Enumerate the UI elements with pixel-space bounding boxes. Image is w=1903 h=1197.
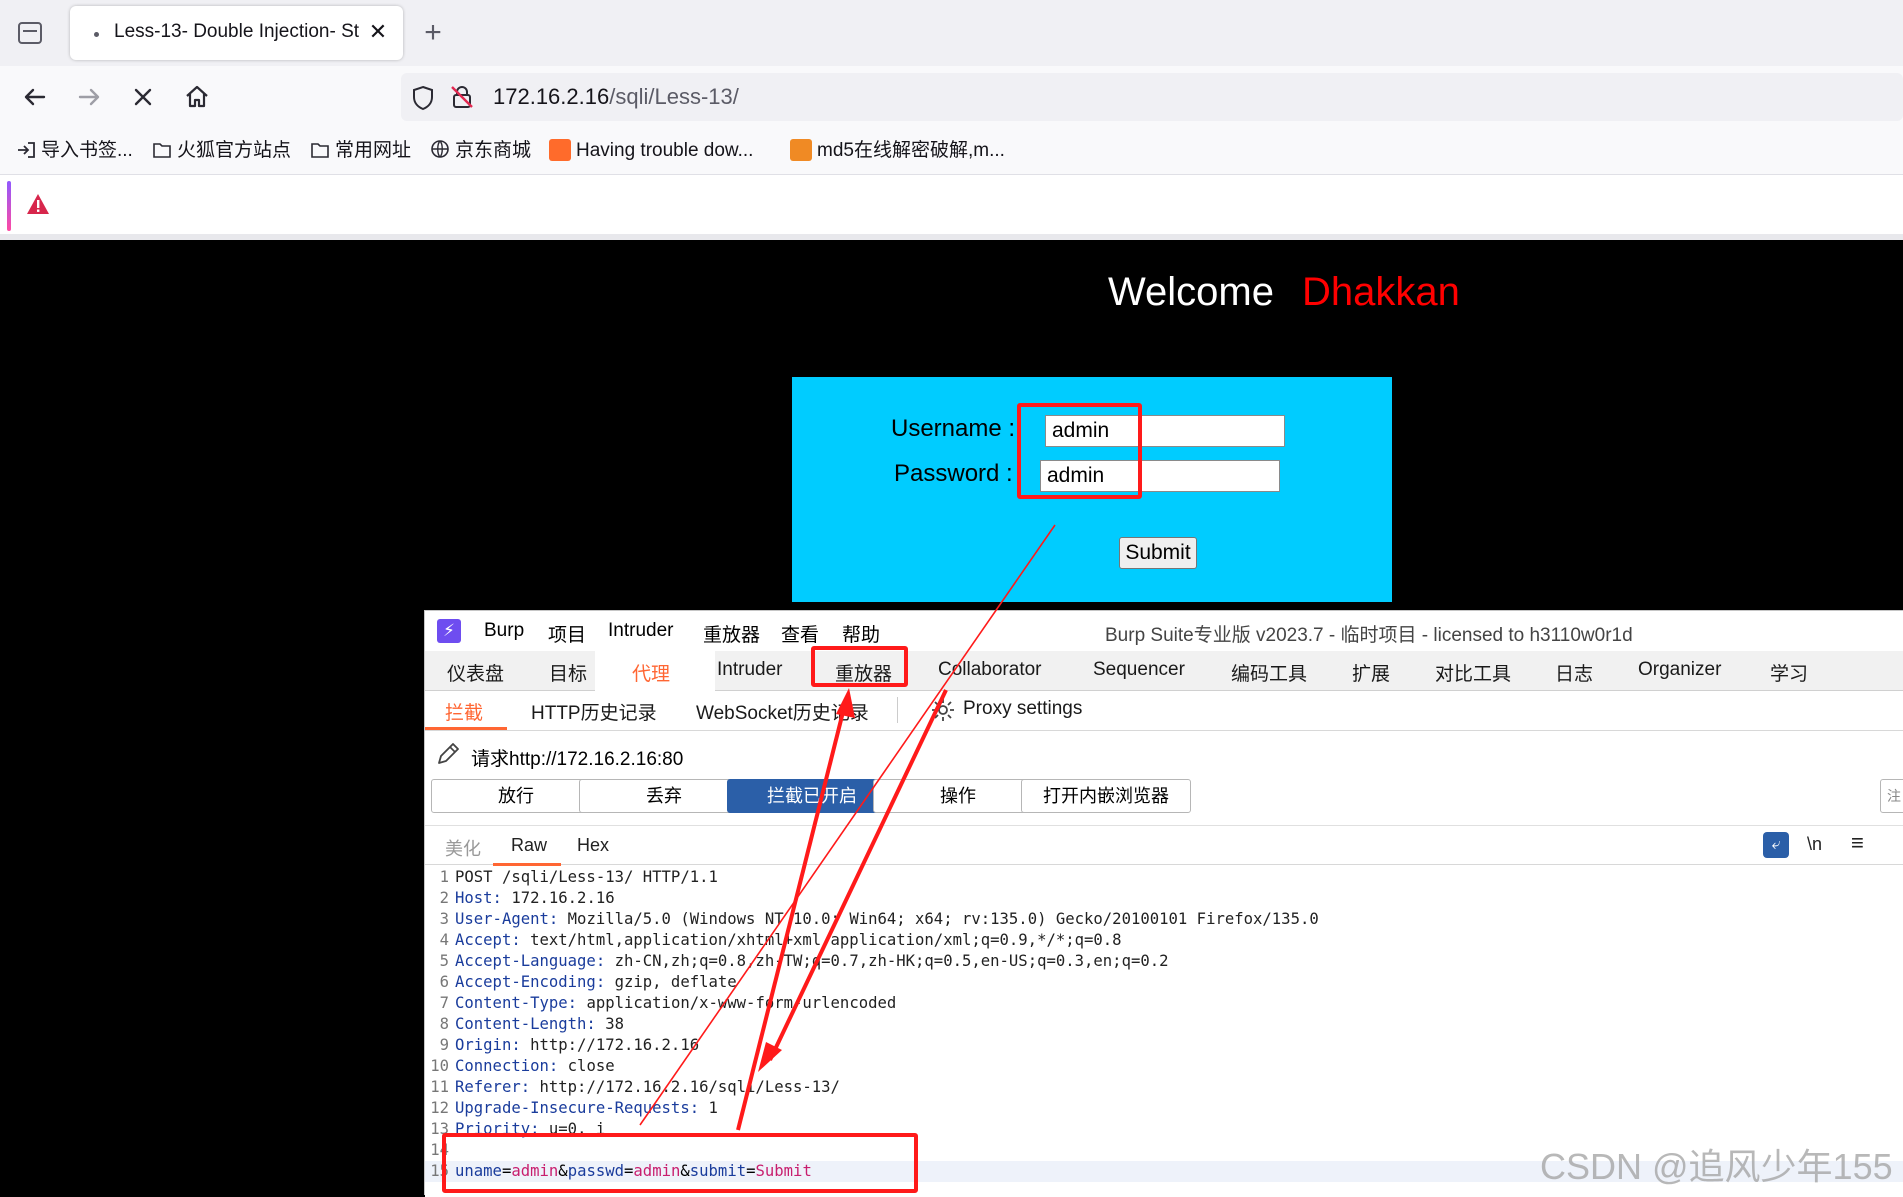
- annotation-thin-line: [639, 524, 1056, 1126]
- annotation-arrowhead-up: [836, 688, 855, 718]
- annotation-arrows: [639, 524, 1056, 1131]
- annotation-arrow-up: [736, 699, 848, 1131]
- annotation-arrow-down: [768, 689, 948, 1061]
- watermark-text: CSDN @追风少年155: [1540, 1146, 1893, 1187]
